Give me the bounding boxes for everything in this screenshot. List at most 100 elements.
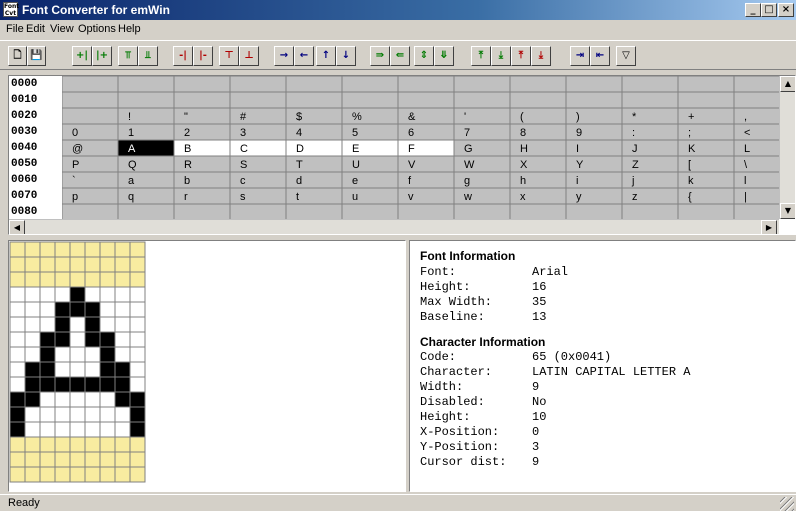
grid-cell[interactable] [509,203,567,219]
grid-cell[interactable] [397,155,455,173]
menu-options[interactable]: Options [78,23,116,35]
bitmap-pixel[interactable] [114,391,131,408]
bitmap-pixel[interactable] [129,421,146,438]
grid-cell[interactable] [173,155,231,173]
bitmap-pixel[interactable] [69,391,86,408]
grid-cell[interactable] [677,203,735,219]
bitmap-pixel[interactable] [69,256,86,273]
menu-file[interactable]: File [6,23,24,35]
grid-cell[interactable] [621,76,679,93]
bitmap-pixel[interactable] [39,346,56,363]
grid-cell[interactable] [117,76,175,93]
grid-cell[interactable] [62,91,119,109]
bitmap-pixel[interactable] [99,391,116,408]
grid-cell[interactable] [285,91,343,109]
bitmap-pixel[interactable] [54,436,71,453]
bitmap-pixel[interactable] [114,361,131,378]
shift-down-icon[interactable]: ↓ [336,46,356,66]
bitmap-pixel[interactable] [24,241,41,258]
bitmap-pixel[interactable] [84,451,101,468]
bitmap-pixel[interactable] [129,346,146,363]
grid-cell[interactable] [229,91,287,109]
bitmap-pixel[interactable] [39,421,56,438]
grid-cell[interactable] [173,187,231,205]
grid-cell[interactable] [565,171,623,189]
bitmap-pixel[interactable] [114,241,131,258]
grid-cell[interactable] [285,203,343,219]
bitmap-pixel[interactable] [114,331,131,348]
grid-cell[interactable] [62,203,119,219]
bitmap-pixel[interactable] [24,301,41,318]
grid-cell[interactable] [677,76,735,93]
grid-cell[interactable] [397,76,455,93]
bitmap-pixel[interactable] [114,421,131,438]
grid-cell[interactable] [453,155,511,173]
bitmap-pixel[interactable] [99,376,116,393]
grid-cell[interactable] [453,203,511,219]
resize-grip-icon[interactable] [780,497,794,511]
grid-cell[interactable] [285,123,343,141]
grid-cell[interactable] [117,171,175,189]
grid-cell[interactable] [733,171,779,189]
grid-cell[interactable] [341,91,399,109]
grid-cell[interactable] [509,187,567,205]
bitmap-pixel[interactable] [24,316,41,333]
grid-cell[interactable] [733,155,779,173]
bitmap-pixel[interactable] [69,451,86,468]
enlarge-vertical-icon[interactable]: ⇕ [414,46,434,66]
bitmap-pixel[interactable] [54,391,71,408]
grid-cell[interactable] [341,171,399,189]
grid-cell[interactable] [229,187,287,205]
grid-cell[interactable] [565,76,623,93]
bitmap-pixel[interactable] [24,376,41,393]
new-file-icon[interactable]: 🗋 [8,46,27,66]
bitmap-pixel[interactable] [99,466,116,483]
grid-cell[interactable] [509,171,567,189]
delete-top-row-icon[interactable]: ⊤ [219,46,239,66]
grid-cell[interactable] [621,139,679,157]
bitmap-pixel[interactable] [54,406,71,423]
grid-cell[interactable] [62,107,119,125]
grid-cell[interactable] [677,139,735,157]
bitmap-pixel[interactable] [84,421,101,438]
bitmap-pixel[interactable] [129,436,146,453]
grid-cell[interactable] [341,203,399,219]
title-bar[interactable]: Font Cvt Font Converter for emWin _ □ × [0,0,796,20]
grid-cell[interactable] [173,123,231,141]
bitmap-pixel[interactable] [99,346,116,363]
insert-left-col-icon[interactable]: +| [72,46,92,66]
bitmap-pixel[interactable] [114,316,131,333]
bitmap-pixel[interactable] [99,331,116,348]
bitmap-pixel[interactable] [54,241,71,258]
bitmap-pixel[interactable] [9,391,26,408]
bitmap-pixel[interactable] [9,271,26,288]
grid-cell[interactable] [621,155,679,173]
bitmap-pixel[interactable] [69,361,86,378]
bitmap-pixel[interactable] [129,316,146,333]
bitmap-pixel[interactable] [129,256,146,273]
bitmap-pixel[interactable] [99,436,116,453]
delete-bottom-row-icon[interactable]: ⊥ [239,46,259,66]
bitmap-pixels[interactable] [9,241,149,486]
bitmap-pixel[interactable] [54,331,71,348]
bitmap-pixel[interactable] [69,241,86,258]
bitmap-pixel[interactable] [69,271,86,288]
bitmap-pixel[interactable] [129,241,146,258]
bitmap-pixel[interactable] [24,256,41,273]
bitmap-pixel[interactable] [114,301,131,318]
bitmap-pixel[interactable] [129,406,146,423]
bitmap-pixel[interactable] [54,256,71,273]
grid-cell[interactable] [173,139,231,157]
grid-cell[interactable] [229,123,287,141]
enlarge-right-icon[interactable]: ⇛ [370,46,390,66]
bitmap-pixel[interactable] [129,301,146,318]
bitmap-pixel[interactable] [24,331,41,348]
shift-right-icon[interactable]: → [274,46,294,66]
grid-cell[interactable] [565,139,623,157]
bitmap-pixel[interactable] [69,301,86,318]
grid-cell[interactable] [341,155,399,173]
bitmap-pixel[interactable] [24,361,41,378]
grid-cell[interactable] [509,139,567,157]
bitmap-pixel[interactable] [39,301,56,318]
delete-right-col-icon[interactable]: |- [193,46,213,66]
